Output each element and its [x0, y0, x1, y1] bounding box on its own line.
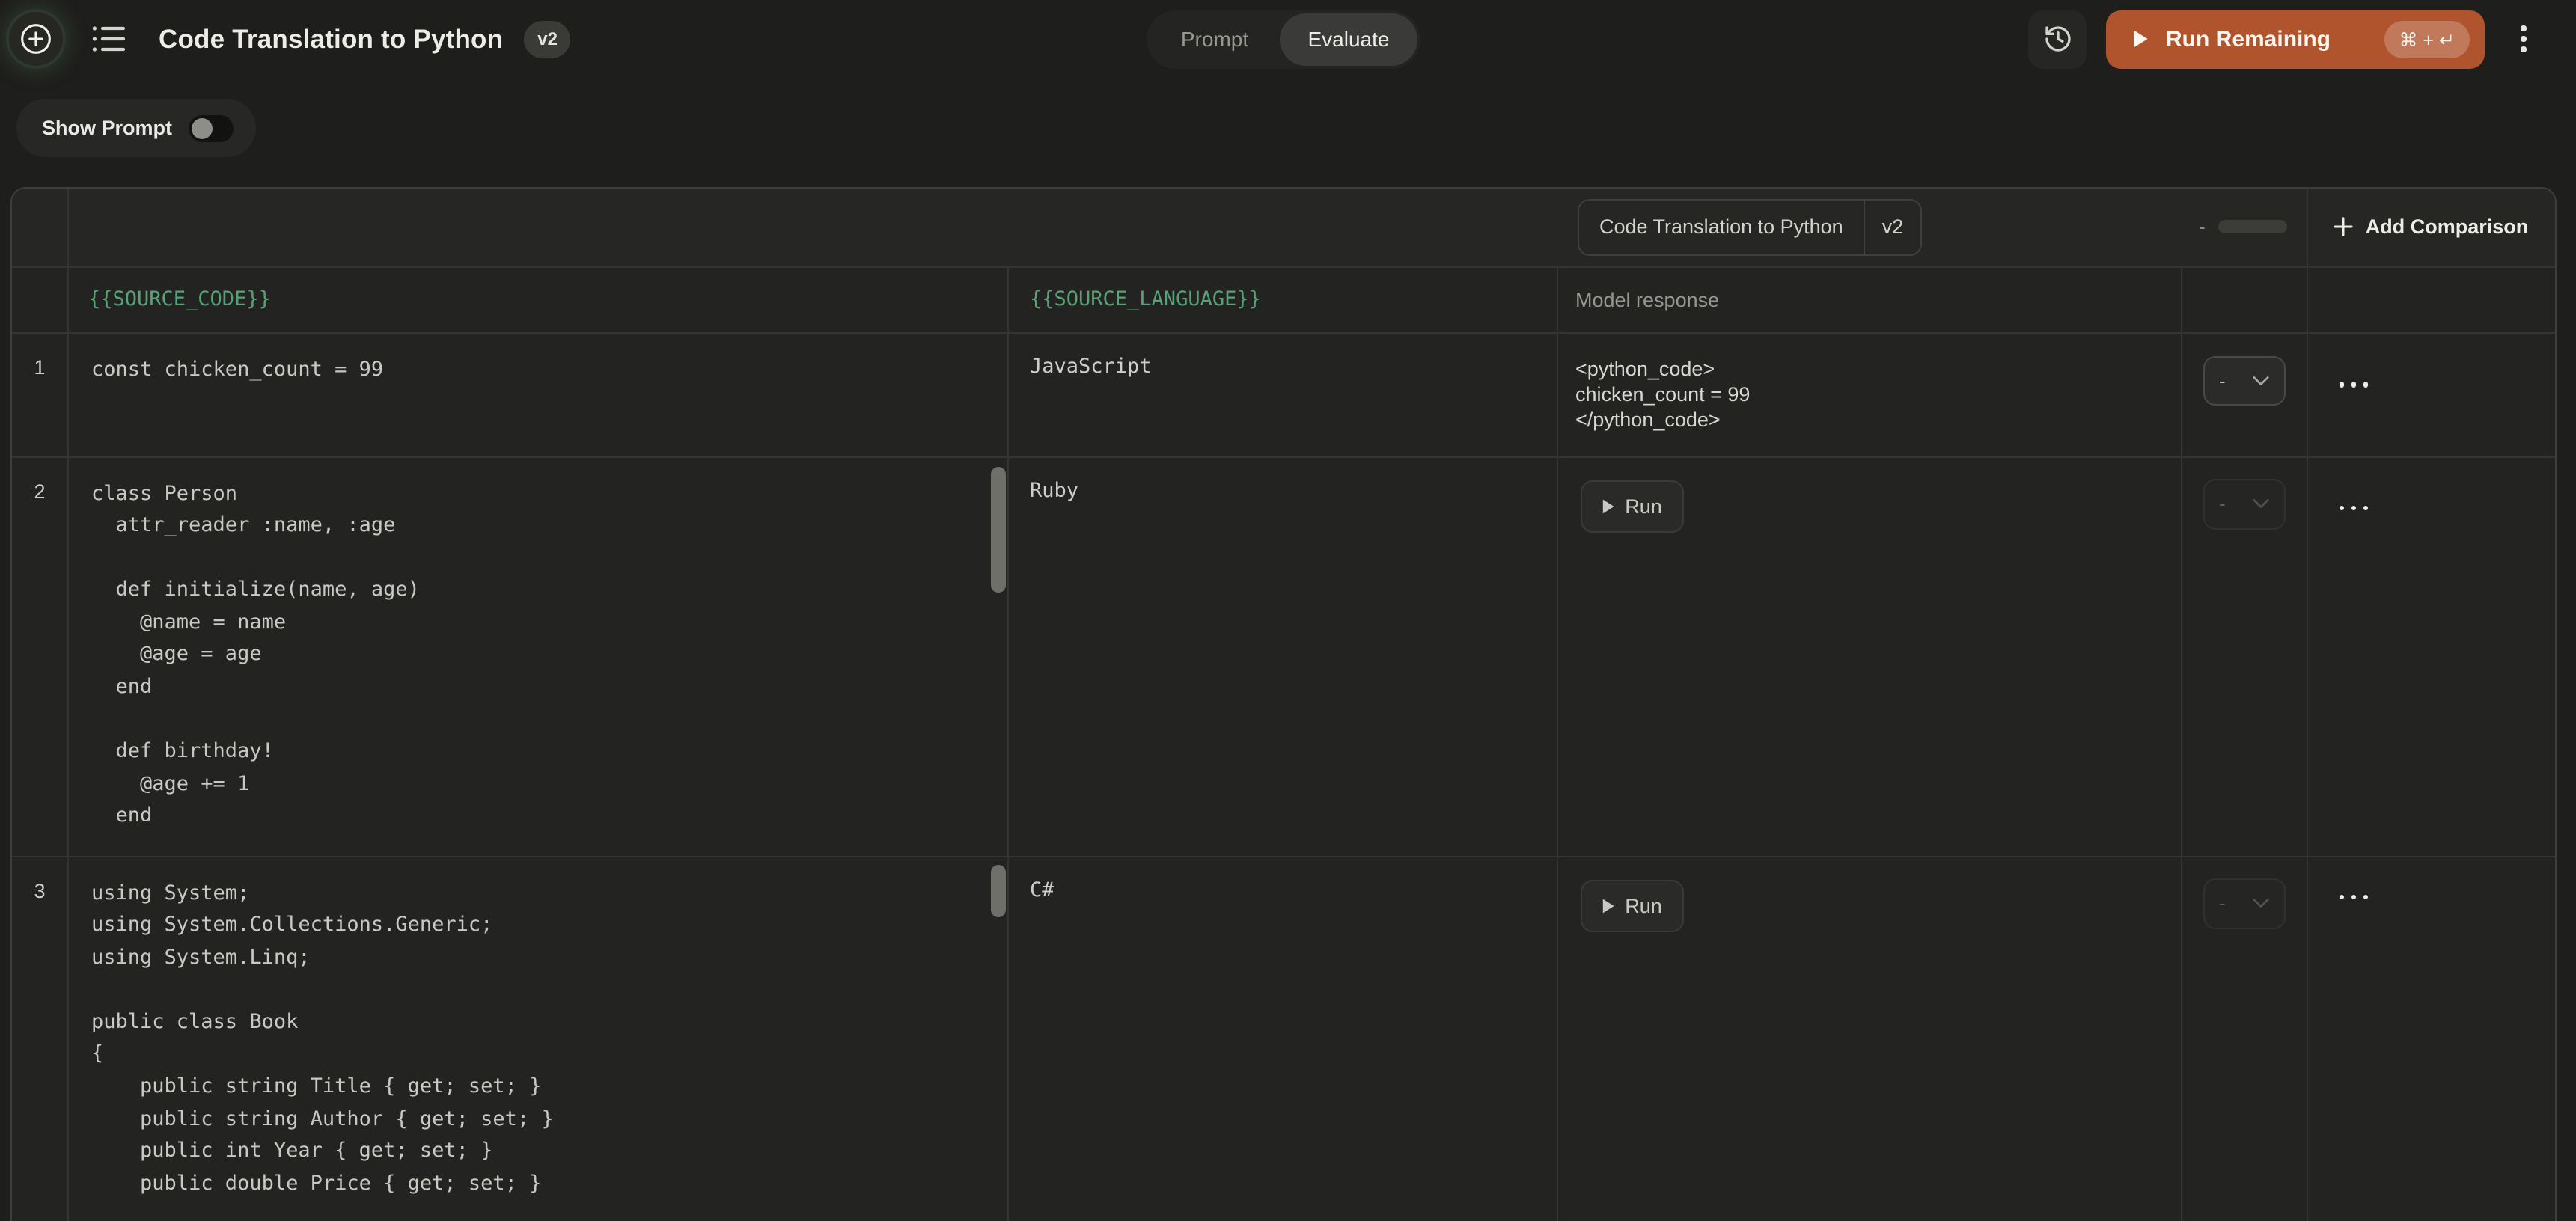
- history-button[interactable]: [2028, 10, 2087, 68]
- source-code-text: class Person attr_reader :name, :age def…: [91, 478, 985, 833]
- show-prompt-toggle[interactable]: [189, 114, 234, 141]
- source-code-text: const chicken_count = 99: [91, 355, 985, 387]
- source-language-cell[interactable]: Ruby: [1007, 457, 1556, 855]
- mode-segmented-control: Prompt Evaluate: [1147, 10, 1420, 68]
- plus-icon: [2334, 218, 2354, 237]
- template-variables-row: {{SOURCE_CODE}} {{SOURCE_LANGUAGE}} Mode…: [12, 266, 2555, 332]
- run-remaining-label: Run Remaining: [2166, 26, 2331, 52]
- score-placeholder: -: [2199, 216, 2206, 239]
- score-value: -: [2219, 493, 2226, 515]
- source-language-variable: {{SOURCE_LANGUAGE}}: [1007, 267, 1556, 332]
- table-row: 1 const chicken_count = 99 JavaScript <p…: [12, 332, 2555, 456]
- play-icon: [2131, 28, 2149, 49]
- source-language-cell[interactable]: C#: [1007, 857, 1556, 1221]
- model-version-chip[interactable]: Code Translation to Python v2: [1577, 199, 1921, 255]
- source-code-cell[interactable]: using System; using System.Collections.G…: [67, 857, 1007, 1221]
- history-icon: [2042, 24, 2072, 54]
- model-response-header: Model response: [1556, 267, 2181, 332]
- score-value: -: [2219, 893, 2226, 915]
- row-menu-button[interactable]: [2307, 894, 2368, 899]
- kebab-icon: [2521, 26, 2527, 31]
- tab-prompt[interactable]: Prompt: [1150, 13, 1280, 65]
- run-row-button[interactable]: Run: [1580, 880, 1683, 931]
- list-icon: [91, 24, 127, 54]
- add-comparison-label: Add Comparison: [2366, 216, 2529, 239]
- app-root: Code Translation to Python v2 Prompt Eva…: [0, 0, 2576, 1221]
- tab-evaluate[interactable]: Evaluate: [1280, 13, 1417, 65]
- toggle-knob: [192, 117, 213, 138]
- score-value: -: [2219, 370, 2226, 392]
- score-summary-header: -: [2181, 189, 2306, 266]
- row-number: 1: [12, 334, 67, 456]
- row-number: 3: [12, 857, 67, 1221]
- ellipsis-icon: [2339, 894, 2344, 899]
- chevron-down-icon: [2252, 499, 2268, 509]
- ellipsis-icon: [2339, 382, 2344, 387]
- show-prompt-control: Show Prompt: [16, 99, 256, 157]
- more-options-button[interactable]: [2501, 10, 2546, 68]
- row-number: 2: [12, 457, 67, 855]
- table-row: 3 using System; using System.Collections…: [12, 855, 2555, 1221]
- evaluation-table: Code Translation to Python v2 - Add Comp…: [10, 187, 2557, 1221]
- row-menu-button[interactable]: [2307, 505, 2368, 510]
- run-label: Run: [1625, 495, 1662, 518]
- chevron-down-icon: [2252, 376, 2268, 386]
- version-badge: v2: [524, 20, 571, 58]
- top-bar: Code Translation to Python v2 Prompt Eva…: [0, 0, 2576, 78]
- score-dropdown[interactable]: -: [2203, 355, 2285, 406]
- cell-scrollbar[interactable]: [991, 466, 1006, 592]
- table-header-row: Code Translation to Python v2 - Add Comp…: [12, 189, 2555, 266]
- run-remaining-button[interactable]: Run Remaining ⌘ + ↵: [2106, 10, 2485, 68]
- row-menu-button[interactable]: [2307, 382, 2368, 387]
- page-title: Code Translation to Python: [159, 23, 503, 55]
- keyboard-shortcut-badge: ⌘ + ↵: [2384, 20, 2470, 58]
- score-progress-pill: [2219, 221, 2288, 234]
- source-code-variable: {{SOURCE_CODE}}: [67, 267, 1007, 332]
- new-item-button[interactable]: [9, 12, 63, 66]
- chevron-down-icon: [2252, 899, 2268, 909]
- ellipsis-icon: [2339, 505, 2344, 510]
- source-code-cell[interactable]: const chicken_count = 99: [67, 334, 1007, 456]
- plus-circle-icon: [19, 22, 52, 55]
- run-row-button[interactable]: Run: [1580, 480, 1683, 532]
- add-comparison-button[interactable]: Add Comparison: [2307, 189, 2555, 266]
- source-code-text: using System; using System.Collections.G…: [91, 878, 985, 1201]
- model-response-cell: <python_code> chicken_count = 99 </pytho…: [1556, 334, 2181, 456]
- play-icon: [1601, 898, 1614, 914]
- cell-scrollbar[interactable]: [991, 864, 1006, 916]
- source-code-cell[interactable]: class Person attr_reader :name, :age def…: [67, 457, 1007, 855]
- source-language-cell[interactable]: JavaScript: [1007, 334, 1556, 456]
- prompt-list-button[interactable]: [87, 16, 132, 61]
- run-label: Run: [1625, 895, 1662, 917]
- table-row: 2 class Person attr_reader :name, :age d…: [12, 456, 2555, 855]
- show-prompt-label: Show Prompt: [42, 117, 172, 139]
- score-dropdown[interactable]: -: [2203, 479, 2285, 529]
- model-chip-name: Code Translation to Python: [1578, 201, 1864, 254]
- model-response-text: <python_code> chicken_count = 99 </pytho…: [1575, 356, 2163, 432]
- model-chip-version: v2: [1864, 201, 1920, 254]
- score-dropdown[interactable]: -: [2203, 878, 2285, 928]
- play-icon: [1601, 498, 1614, 515]
